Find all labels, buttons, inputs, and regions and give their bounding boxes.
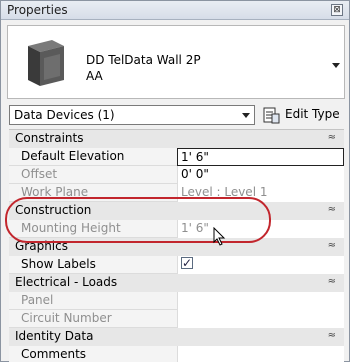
property-work-plane: Work Plane Level : Level 1 [9, 184, 344, 202]
category-constraints[interactable]: Constraints ≈ [9, 130, 344, 148]
panel-input[interactable] [177, 292, 344, 310]
comments-input[interactable] [177, 346, 344, 362]
property-label: Offset [21, 167, 58, 181]
property-value: Level : Level 1 [181, 185, 268, 199]
device-thumbnail-icon [28, 40, 64, 86]
category-label: Identity Data [15, 329, 94, 343]
category-construction[interactable]: Construction ≈ [9, 202, 344, 220]
close-icon[interactable]: ⊠ [331, 4, 343, 16]
property-comments[interactable]: Comments [9, 346, 344, 362]
property-label: Show Labels [21, 257, 96, 271]
property-label: Panel [21, 293, 54, 307]
instance-filter-value: Data Devices (1) [14, 108, 115, 122]
property-show-labels[interactable]: Show Labels ✓ [9, 256, 344, 274]
category-graphics[interactable]: Graphics ≈ [9, 238, 344, 256]
mounting-height-value: 1' 6" [177, 220, 344, 238]
category-label: Graphics [15, 239, 68, 253]
type-selector[interactable]: DD TelData Wall 2P AA [7, 25, 345, 99]
edit-type-label: Edit Type [285, 107, 340, 121]
property-offset[interactable]: Offset 0' 0" [9, 166, 344, 184]
property-value: 1' 6" [181, 150, 209, 164]
category-label: Construction [15, 203, 92, 217]
offset-input[interactable]: 0' 0" [177, 166, 344, 184]
collapse-icon[interactable]: ≈ [328, 330, 336, 341]
instance-filter-row: Data Devices (1) Edit Type [9, 105, 345, 125]
collapse-icon[interactable]: ≈ [328, 132, 336, 143]
property-value: 1' 6" [181, 221, 209, 235]
dropdown-arrow-icon[interactable] [332, 63, 340, 68]
collapse-icon[interactable]: ≈ [328, 276, 336, 287]
category-label: Electrical - Loads [15, 275, 118, 289]
mouse-cursor-icon [213, 227, 226, 246]
collapse-icon[interactable]: ≈ [328, 240, 336, 251]
default-elevation-input[interactable]: 1' 6" [177, 148, 344, 166]
circuit-number-input[interactable] [177, 310, 344, 328]
property-label: Comments [21, 347, 87, 361]
property-circuit-number[interactable]: Circuit Number [9, 310, 344, 328]
edit-type-button[interactable]: Edit Type [263, 105, 349, 125]
show-labels-checkbox[interactable]: ✓ [181, 257, 193, 269]
properties-palette: Properties ⊠ DD TelData Wall 2P AA Data … [0, 0, 350, 362]
property-label: Circuit Number [21, 311, 112, 325]
property-label: Mounting Height [21, 221, 121, 235]
property-value: 0' 0" [181, 167, 209, 181]
properties-grid: Constraints ≈ Default Elevation 1' 6" Of… [9, 129, 344, 362]
property-default-elevation[interactable]: Default Elevation 1' 6" [9, 148, 344, 166]
category-identity-data[interactable]: Identity Data ≈ [9, 328, 344, 346]
window-title: Properties [7, 3, 68, 17]
edit-type-icon [263, 107, 280, 124]
property-label: Default Elevation [21, 149, 125, 163]
collapse-icon[interactable]: ≈ [328, 204, 336, 215]
work-plane-value: Level : Level 1 [177, 184, 344, 202]
type-subname: AA [86, 69, 103, 83]
title-bar[interactable]: Properties ⊠ [1, 1, 349, 20]
instance-filter-dropdown[interactable]: Data Devices (1) [9, 105, 255, 125]
category-electrical-loads[interactable]: Electrical - Loads ≈ [9, 274, 344, 292]
chevron-down-icon [242, 113, 250, 118]
property-panel[interactable]: Panel [9, 292, 344, 310]
type-name: DD TelData Wall 2P [86, 53, 201, 67]
property-label: Work Plane [21, 185, 89, 199]
category-label: Constraints [15, 131, 84, 145]
show-labels-cell: ✓ [177, 256, 344, 274]
property-mounting-height: Mounting Height 1' 6" [9, 220, 344, 238]
